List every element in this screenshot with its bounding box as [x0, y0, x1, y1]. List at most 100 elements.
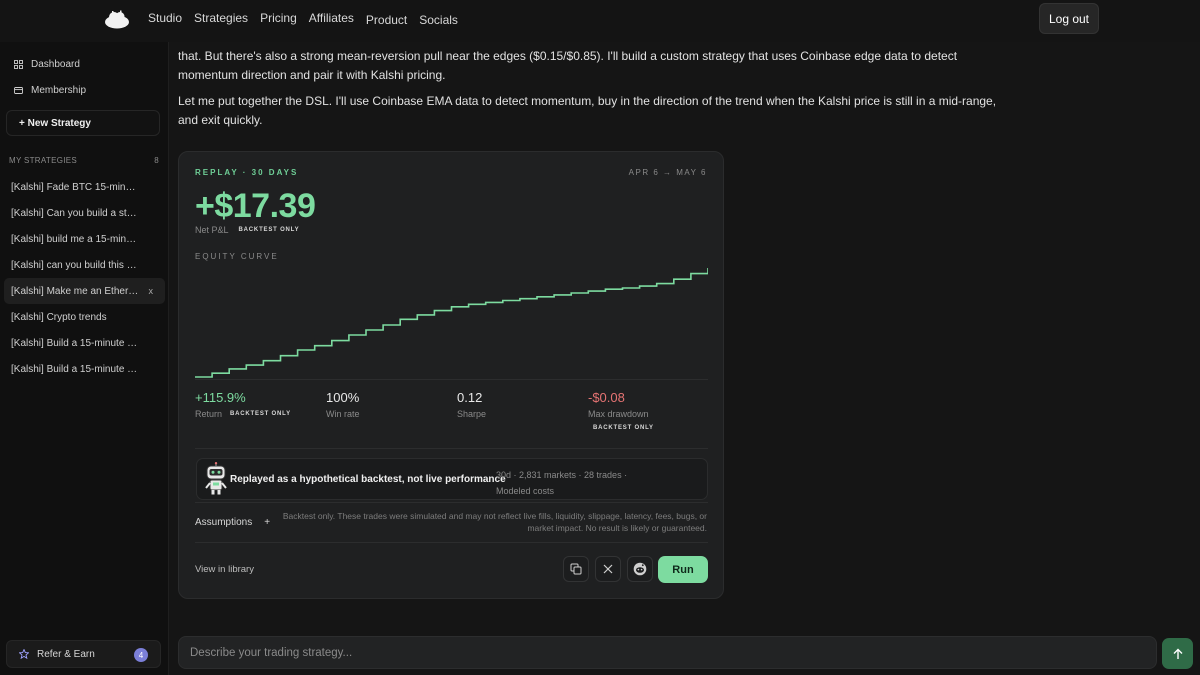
stat-caption: Return BACKTEST ONLY: [195, 409, 291, 419]
replay-meta-line: 30d · 2,831 markets · 28 trades ·: [496, 470, 628, 480]
stat-label: Max drawdown: [588, 409, 649, 419]
sidebar-strategy-item[interactable]: [Kalshi] Can you build a strategy: [4, 200, 165, 226]
reddit-icon: [633, 562, 647, 576]
strategy-label: [Kalshi] Can you build a strategy: [11, 207, 139, 219]
equity-curve-chart: [195, 268, 708, 378]
stat-caption: Win rate: [326, 409, 360, 419]
star-icon: [19, 649, 29, 659]
sidebar-strategy-item[interactable]: [Kalshi] Build a 15-minute Bitcoin strat…: [4, 330, 165, 356]
net-pnl-caption: Net P&L BACKTEST ONLY: [195, 225, 299, 235]
strategy-label: [Kalshi] Crypto trends: [11, 311, 107, 323]
assistant-message-1: that. But there's also a strong mean-rev…: [178, 47, 1008, 85]
strategy-label: [Kalshi] can you build this for me: [11, 259, 139, 271]
stat-label: Sharpe: [457, 409, 487, 419]
send-button[interactable]: [1162, 638, 1193, 669]
my-strategies-count: 8: [154, 156, 159, 165]
refer-count-badge: 4: [134, 648, 148, 662]
divider: [195, 542, 708, 543]
sidebar-strategy-item[interactable]: [Kalshi] build me a 15-minute strategy: [4, 226, 165, 252]
stat-return: +115.9% Return BACKTEST ONLY: [195, 390, 291, 419]
stat-caption: Max drawdown: [588, 409, 654, 419]
robot-mascot-icon: [205, 462, 227, 495]
strategy-label: [Kalshi] Fade BTC 15-minute moves: [11, 181, 139, 193]
strategy-label: [Kalshi] Build a 15-minute Bitcoin strat…: [11, 337, 139, 349]
net-pnl-value: +$17.39: [195, 187, 316, 225]
divider: [195, 448, 708, 449]
backtest-badge: BACKTEST ONLY: [238, 227, 300, 233]
sidebar-item-label: Dashboard: [31, 59, 80, 70]
stat-value: +115.9%: [195, 390, 246, 405]
sidebar-item-label: Membership: [31, 85, 87, 96]
backtest-badge: BACKTEST ONLY: [593, 425, 654, 431]
replay-tag: REPLAY · 30 DAYS: [195, 168, 299, 177]
stat-value: -$0.08: [588, 390, 625, 405]
my-strategies-label: MY STRATEGIES: [9, 156, 78, 165]
my-strategies-header: MY STRATEGIES 8: [9, 156, 159, 165]
replay-notice: Replayed as a hypothetical backtest, not…: [196, 458, 708, 500]
equity-curve-line: [195, 268, 708, 378]
assistant-message-2: Let me put together the DSL. I'll use Co…: [178, 94, 997, 127]
copy-icon: [570, 563, 582, 575]
stats-row: +115.9% Return BACKTEST ONLY 100% Win ra…: [195, 390, 708, 440]
sidebar: Dashboard Membership + New Strategy MY S…: [0, 42, 169, 675]
stat-caption: Sharpe: [457, 409, 486, 419]
nav-product[interactable]: Product: [366, 13, 407, 27]
cloud-logo-icon[interactable]: [104, 9, 130, 29]
new-strategy-button[interactable]: + New Strategy: [6, 110, 160, 136]
view-in-library-link[interactable]: View in library: [195, 564, 254, 575]
net-pnl-label: Net P&L: [195, 225, 229, 235]
nav-studio[interactable]: Studio: [148, 11, 182, 27]
strategy-label: [Kalshi] Make me an Ethereum strategy: [11, 285, 139, 297]
nav-pricing[interactable]: Pricing: [260, 11, 297, 27]
strategy-input[interactable]: [179, 637, 1156, 668]
reddit-share-button[interactable]: [627, 556, 653, 582]
arrow-up-icon: [1173, 648, 1182, 659]
strategy-label: [Kalshi] Build a 15-minute Bitcoin strat…: [11, 363, 139, 375]
backtest-disclaimer: Backtest only. These trades were simulat…: [282, 511, 707, 533]
strategy-label: [Kalshi] build me a 15-minute strategy: [11, 233, 139, 245]
sidebar-strategy-item[interactable]: [Kalshi] Crypto trends: [4, 304, 165, 330]
divider: [195, 502, 708, 503]
copy-button[interactable]: [563, 556, 589, 582]
delete-strategy-icon[interactable]: x: [149, 286, 154, 296]
sidebar-item-dashboard[interactable]: Dashboard: [14, 59, 80, 70]
replay-notice-text: Replayed as a hypothetical backtest, not…: [230, 474, 506, 485]
date-range: APR 6 → MAY 6: [628, 168, 707, 177]
message-line: momentum direction and pair it with Kals…: [178, 68, 446, 82]
nav-affiliates[interactable]: Affiliates: [309, 11, 354, 27]
stat-value: 100%: [326, 390, 360, 405]
stat-max-drawdown: -$0.08 Max drawdown BACKTEST ONLY: [588, 390, 654, 431]
stat-win-rate: 100% Win rate: [326, 390, 360, 419]
grid-icon: [14, 60, 23, 69]
message-line: that. But there's also a strong mean-rev…: [178, 49, 958, 63]
x-logo-icon: [603, 564, 613, 574]
plus-icon: +: [264, 517, 271, 528]
replay-meta: 30d · 2,831 markets · 28 trades · Modele…: [496, 467, 627, 499]
run-button[interactable]: Run: [658, 556, 708, 583]
replay-meta-line: Modeled costs: [496, 486, 555, 496]
sidebar-strategy-item[interactable]: [Kalshi] Build a 15-minute Bitcoin strat…: [4, 356, 165, 382]
logout-button[interactable]: Log out: [1039, 3, 1099, 34]
card-icon: [14, 87, 23, 94]
assumptions-toggle[interactable]: Assumptions +: [195, 517, 270, 528]
assumptions-label: Assumptions: [195, 517, 253, 528]
top-nav: Studio Strategies Pricing Affiliates Pro…: [0, 0, 1200, 42]
sidebar-strategy-item[interactable]: [Kalshi] Fade BTC 15-minute moves: [4, 174, 165, 200]
sidebar-item-membership[interactable]: Membership: [14, 85, 86, 96]
refer-earn-button[interactable]: Refer & Earn 4: [6, 640, 161, 668]
replay-card: REPLAY · 30 DAYS APR 6 → MAY 6 +$17.39 N…: [178, 151, 724, 599]
sidebar-strategy-item[interactable]: [Kalshi] Make me an Ethereum strategy x: [4, 278, 165, 304]
stat-label: Return: [195, 409, 223, 419]
backtest-badge: BACKTEST ONLY: [230, 411, 291, 417]
x-share-button[interactable]: [595, 556, 621, 582]
refer-label: Refer & Earn: [37, 648, 95, 660]
stat-label: Win rate: [326, 409, 360, 419]
nav-strategies[interactable]: Strategies: [194, 11, 248, 27]
chart-baseline: [195, 379, 708, 380]
equity-curve-label: EQUITY CURVE: [195, 252, 279, 261]
chat-input-container: [178, 636, 1157, 669]
stat-value: 0.12: [457, 390, 483, 405]
sidebar-strategy-item[interactable]: [Kalshi] can you build this for me: [4, 252, 165, 278]
nav-socials[interactable]: Socials: [419, 13, 458, 27]
nav-links: Studio Strategies Pricing Affiliates Pro…: [148, 11, 458, 27]
